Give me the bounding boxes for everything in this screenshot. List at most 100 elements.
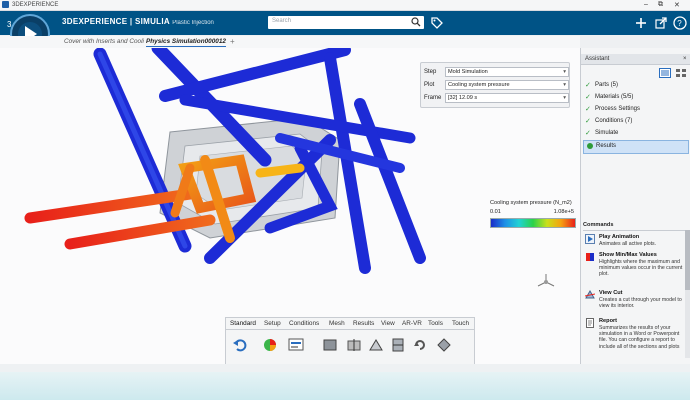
command-report[interactable]: Report Summarizes the results of your si…	[585, 318, 685, 358]
command-desc: Animates all active plots.	[599, 241, 657, 247]
display-options-icon[interactable]	[288, 337, 304, 353]
commands-scrollbar[interactable]	[685, 230, 690, 358]
legend-max: 1.08e+5	[553, 209, 574, 215]
tab-results[interactable]: Results	[353, 320, 374, 327]
action-bar: Standard Setup Conditions Mesh Results V…	[225, 317, 475, 365]
shape-icon[interactable]	[436, 337, 452, 353]
tab-view[interactable]: View	[381, 320, 395, 327]
check-icon: ✓	[585, 106, 591, 113]
legend-colorbar	[490, 218, 576, 228]
box-view-icon[interactable]	[322, 337, 338, 353]
check-icon: ✓	[585, 118, 591, 125]
svg-text:?: ?	[677, 19, 682, 28]
window-titlebar: 3DEXPERIENCE – ⧉ ✕	[0, 0, 690, 11]
command-name: Report	[599, 318, 618, 324]
step-label: Results	[596, 143, 617, 149]
tab-mesh[interactable]: Mesh	[329, 320, 345, 327]
command-show-min-max[interactable]: Show Min/Max Values Highlights where the…	[585, 252, 685, 286]
command-name: View Cut	[599, 290, 623, 296]
section-icon[interactable]	[346, 337, 362, 353]
step-label: Step	[424, 69, 437, 75]
view-cut-icon	[585, 290, 595, 299]
plot-label: Plot	[424, 82, 435, 88]
commands-header: Commands	[583, 222, 687, 231]
app-logo-icon	[2, 1, 9, 8]
assistant-close-button[interactable]: ×	[683, 56, 687, 62]
measure-icon[interactable]	[368, 337, 384, 353]
close-window-button[interactable]: ✕	[674, 1, 680, 9]
minimize-button[interactable]: –	[644, 1, 648, 8]
grid-view-icon[interactable]	[675, 68, 687, 78]
add-tab-button[interactable]: +	[230, 37, 235, 46]
brand-sub: Plastic Injection	[172, 20, 214, 26]
results-plot-icon[interactable]	[262, 337, 278, 353]
tab-conditions[interactable]: Conditions	[289, 320, 319, 327]
search-placeholder: Search	[272, 18, 292, 24]
probe-icon[interactable]	[390, 337, 406, 353]
check-icon: ✓	[585, 82, 591, 89]
share-icon[interactable]	[654, 16, 668, 30]
check-icon: ✓	[585, 94, 591, 101]
step-select[interactable]: Mold Simulation	[445, 67, 569, 77]
list-view-icon[interactable]	[659, 68, 671, 78]
step-label: Conditions (7)	[595, 118, 633, 124]
command-play-animation[interactable]: Play Animation Animates all active plots…	[585, 234, 685, 252]
command-name: Play Animation	[599, 234, 640, 240]
legend-min: 0.01	[490, 209, 501, 215]
step-process-settings[interactable]: ✓ Process Settings	[583, 104, 689, 116]
bottom-area	[0, 364, 690, 400]
assistant-panel: Assistant × ✓ Parts (5) ✓ Materials (5/5) …	[580, 48, 690, 364]
undo-icon[interactable]	[232, 337, 248, 353]
check-icon: ✓	[585, 130, 591, 137]
step-simulate[interactable]: ✓ Simulate	[583, 128, 689, 140]
help-icon[interactable]: ?	[673, 16, 687, 30]
legend-title: Cooling system pressure (N_m2)	[490, 200, 572, 206]
play-animation-icon	[585, 234, 595, 244]
step-label: Process Settings	[595, 106, 641, 112]
search-input[interactable]: Search	[268, 16, 424, 29]
report-icon	[586, 318, 594, 328]
color-legend: Cooling system pressure (N_m2) 0.01 1.08…	[490, 200, 576, 230]
step-label: Simulate	[595, 130, 619, 136]
svg-text:3: 3	[7, 20, 12, 29]
command-desc: Highlights where the maximum and minimum…	[599, 259, 683, 278]
assistant-title: Assistant	[585, 56, 610, 62]
tab-touch[interactable]: Touch	[452, 320, 469, 327]
step-conditions[interactable]: ✓ Conditions (7)	[583, 116, 689, 128]
command-desc: Summarizes the results of your simulatio…	[599, 325, 680, 350]
assistant-header: Assistant ×	[581, 54, 690, 65]
workflow-steps: ✓ Parts (5) ✓ Materials (5/5) ✓ Process Set…	[583, 80, 689, 154]
step-parts[interactable]: ✓ Parts (5)	[583, 80, 689, 92]
step-materials[interactable]: ✓ Materials (5/5)	[583, 92, 689, 104]
command-name: Show Min/Max Values	[599, 252, 657, 258]
scrollbar-thumb[interactable]	[685, 230, 690, 290]
tab-cover-with-inserts[interactable]: Cover with Inserts and Cooli	[64, 38, 144, 45]
add-icon[interactable]	[634, 16, 648, 30]
action-bar-tabs: Standard Setup Conditions Mesh Results V…	[226, 318, 474, 330]
restore-button[interactable]: ⧉	[658, 1, 663, 9]
step-results[interactable]: Results	[583, 140, 689, 154]
mesh-outline	[160, 160, 330, 258]
tab-ar-vr[interactable]: AR-VR	[402, 320, 422, 327]
brand-label: 3DEXPERIENCE | SIMULIA Plastic Injection	[62, 17, 214, 26]
search-icon[interactable]	[411, 17, 421, 27]
command-desc: Creates a cut through your model to view…	[599, 297, 682, 310]
brand-main: 3DEXPERIENCE | SIMULIA	[62, 17, 170, 26]
tab-setup[interactable]: Setup	[264, 320, 281, 327]
rotate-icon[interactable]	[412, 337, 428, 353]
tab-standard[interactable]: Standard	[230, 320, 256, 327]
min-max-icon	[586, 253, 594, 261]
plot-settings-panel: Step Mold Simulation Plot Cooling system…	[420, 62, 570, 108]
plot-select[interactable]: Cooling system pressure	[445, 80, 569, 90]
tab-physics-simulation[interactable]: Physics Simulation000012	[146, 38, 226, 47]
frame-label: Frame	[424, 95, 442, 101]
bottom-gradient	[0, 372, 690, 400]
axis-triad-icon[interactable]	[536, 272, 556, 292]
window-title: 3DEXPERIENCE	[12, 2, 59, 8]
active-dot-icon	[587, 143, 593, 149]
tag-icon[interactable]	[430, 16, 444, 30]
frame-select[interactable]: [32] 12.09 s	[445, 93, 569, 103]
tab-tools[interactable]: Tools	[428, 320, 443, 327]
command-view-cut[interactable]: View Cut Creates a cut through your mode…	[585, 290, 685, 316]
step-label: Parts (5)	[595, 82, 619, 88]
